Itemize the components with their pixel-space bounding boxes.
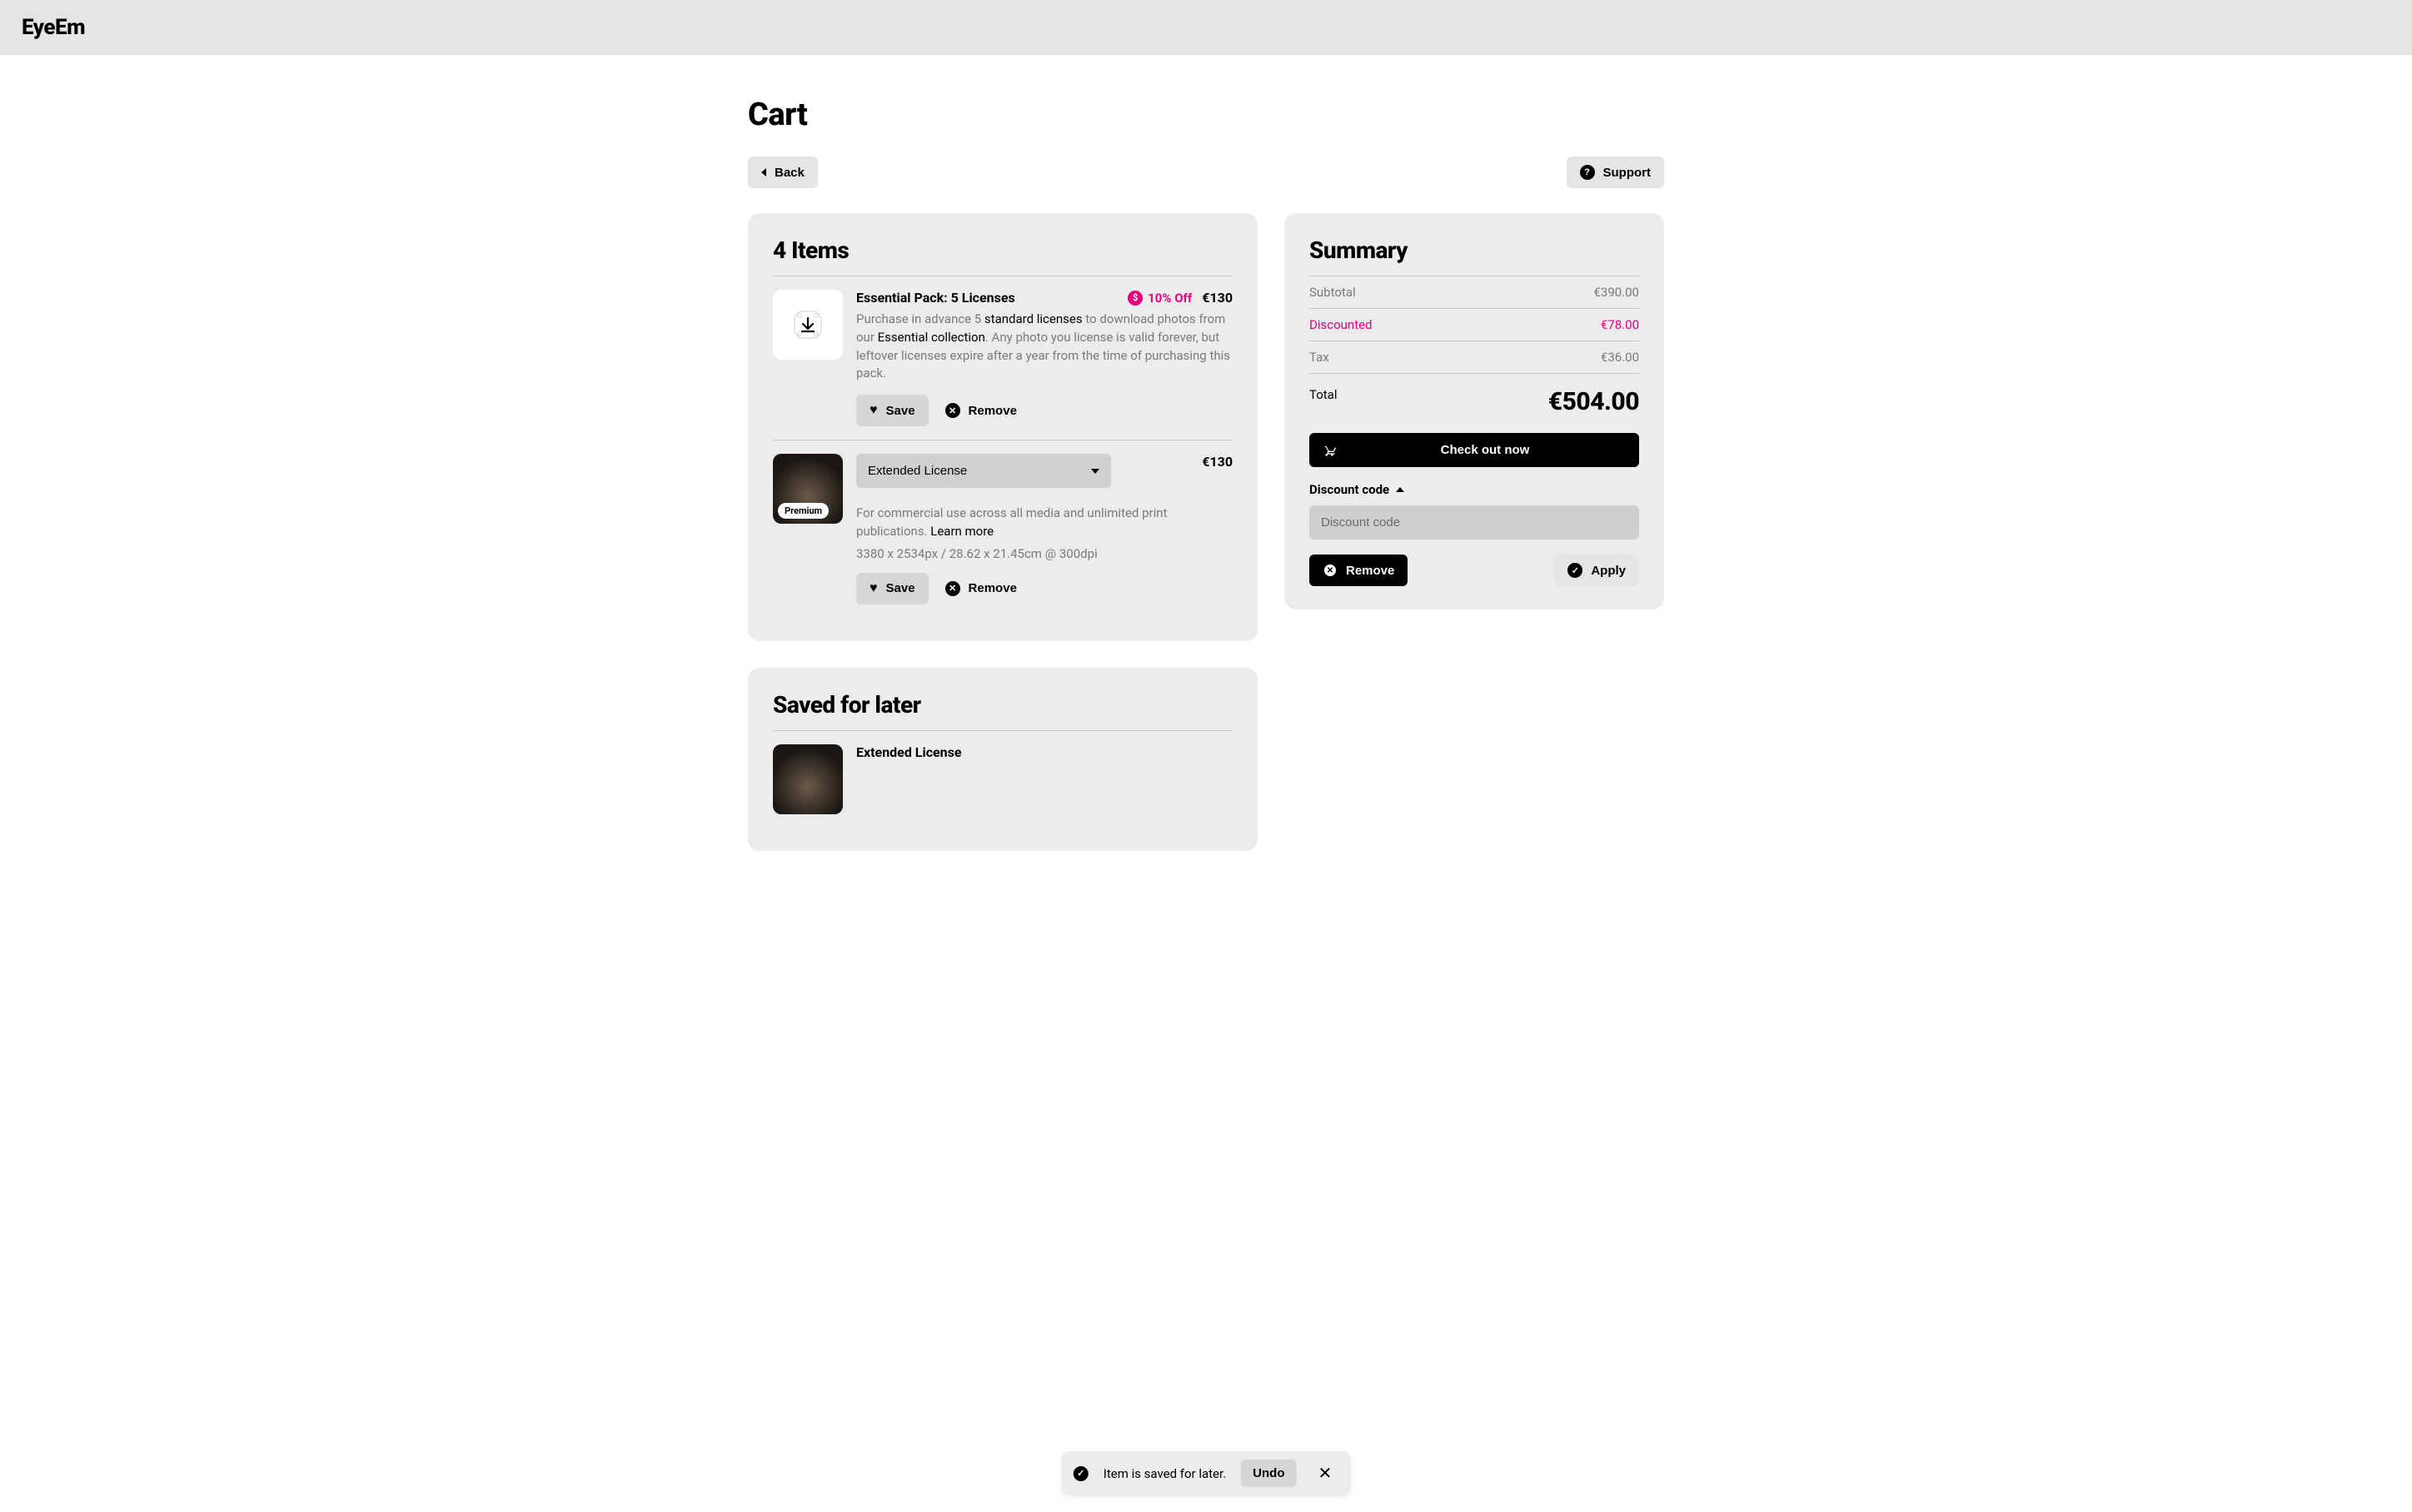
summary-title: Summary xyxy=(1309,236,1639,264)
tax-label: Tax xyxy=(1309,350,1329,365)
total-value: €504.00 xyxy=(1548,387,1639,416)
support-label: Support xyxy=(1603,166,1652,180)
close-icon: ✕ xyxy=(1323,563,1338,578)
apply-label: Apply xyxy=(1591,564,1626,578)
checkout-button[interactable]: Check out now xyxy=(1309,433,1639,467)
check-icon: ✓ xyxy=(1074,1466,1089,1481)
help-icon: ? xyxy=(1580,165,1595,180)
summary-subtotal-row: Subtotal €390.00 xyxy=(1309,276,1639,309)
toast-close-button[interactable]: ✕ xyxy=(1311,1460,1338,1487)
remove-discount-button[interactable]: ✕ Remove xyxy=(1309,555,1408,586)
checkout-label: Check out now xyxy=(1344,443,1626,457)
summary-card: Summary Subtotal €390.00 Discounted €78.… xyxy=(1284,213,1664,609)
item-description: For commercial use across all media and … xyxy=(856,505,1233,541)
saved-title: Saved for later xyxy=(773,691,1233,719)
discounted-label: Discounted xyxy=(1309,317,1373,332)
close-icon: ✕ xyxy=(945,581,960,596)
save-button[interactable]: ♥ Save xyxy=(856,573,929,604)
discounted-value: €78.00 xyxy=(1601,317,1639,332)
item-dimensions: 3380 x 2534px / 28.62 x 21.45cm @ 300dpi xyxy=(856,546,1233,561)
remove-button[interactable]: ✕ Remove xyxy=(935,573,1027,604)
discount-code-input[interactable] xyxy=(1309,505,1639,540)
summary-total-row: Total €504.00 xyxy=(1309,374,1639,433)
cart-card: 4 Items xyxy=(748,213,1258,641)
support-button[interactable]: ? Support xyxy=(1567,157,1665,188)
summary-discounted-row: Discounted €78.00 xyxy=(1309,309,1639,341)
item-description: Purchase in advance 5 standard licenses … xyxy=(856,311,1233,383)
save-label: Save xyxy=(886,404,915,418)
close-icon: ✕ xyxy=(945,403,960,418)
license-label: Extended License xyxy=(868,464,967,478)
item-thumbnail[interactable] xyxy=(773,290,843,360)
item-price: €130 xyxy=(1202,290,1233,306)
download-icon xyxy=(773,290,843,360)
premium-badge: Premium xyxy=(778,503,829,519)
item-thumbnail[interactable]: Premium xyxy=(773,454,843,524)
page-title: Cart xyxy=(748,97,1664,133)
back-button[interactable]: Back xyxy=(748,157,818,188)
cart-item: Premium Extended License €130 For commer… xyxy=(773,440,1233,618)
cart-icon xyxy=(1323,444,1336,457)
remove-button[interactable]: ✕ Remove xyxy=(935,395,1027,426)
remove-label: Remove xyxy=(969,404,1017,418)
undo-button[interactable]: Undo xyxy=(1241,1460,1296,1487)
save-label: Save xyxy=(886,581,915,595)
chevron-left-icon xyxy=(761,168,766,177)
summary-tax-row: Tax €36.00 xyxy=(1309,341,1639,374)
total-label: Total xyxy=(1309,387,1338,416)
item-price: €130 xyxy=(1202,454,1233,470)
remove-label: Remove xyxy=(969,581,1017,595)
chevron-down-icon xyxy=(1091,469,1099,474)
discount-tag: $ 10% Off xyxy=(1128,291,1192,306)
header-bar: EyeEm xyxy=(0,0,2412,55)
remove-label: Remove xyxy=(1346,564,1394,578)
heart-icon: ♥ xyxy=(870,403,878,418)
discount-label: 10% Off xyxy=(1148,291,1192,306)
learn-more-link[interactable]: Learn more xyxy=(930,524,994,539)
saved-card: Saved for later Extended License xyxy=(748,668,1258,851)
heart-icon: ♥ xyxy=(870,581,878,596)
subtotal-label: Subtotal xyxy=(1309,285,1356,300)
cart-item: Essential Pack: 5 Licenses $ 10% Off €13… xyxy=(773,276,1233,440)
tax-value: €36.00 xyxy=(1601,350,1639,365)
license-select[interactable]: Extended License xyxy=(856,454,1111,488)
discount-code-label: Discount code xyxy=(1309,482,1389,497)
save-button[interactable]: ♥ Save xyxy=(856,395,929,426)
apply-discount-button[interactable]: ✓ Apply xyxy=(1554,555,1639,586)
discount-code-toggle[interactable]: Discount code xyxy=(1309,482,1639,497)
check-icon: ✓ xyxy=(1567,563,1582,578)
subtotal-value: €390.00 xyxy=(1593,285,1639,300)
toast: ✓ Item is saved for later. Undo ✕ xyxy=(1062,1451,1351,1495)
toast-message: Item is saved for later. xyxy=(1104,1466,1226,1481)
saved-item: Extended License xyxy=(773,731,1233,828)
item-thumbnail[interactable] xyxy=(773,744,843,814)
close-icon: ✕ xyxy=(1318,1465,1332,1483)
chevron-up-icon xyxy=(1396,487,1404,492)
back-label: Back xyxy=(775,166,805,180)
dollar-icon: $ xyxy=(1128,291,1143,306)
logo[interactable]: EyeEm xyxy=(22,15,2390,40)
item-title: Essential Pack: 5 Licenses xyxy=(856,290,1015,306)
actions-row: Back ? Support xyxy=(748,157,1664,188)
cart-title: 4 Items xyxy=(773,236,1233,264)
saved-item-title: Extended License xyxy=(856,744,1233,760)
